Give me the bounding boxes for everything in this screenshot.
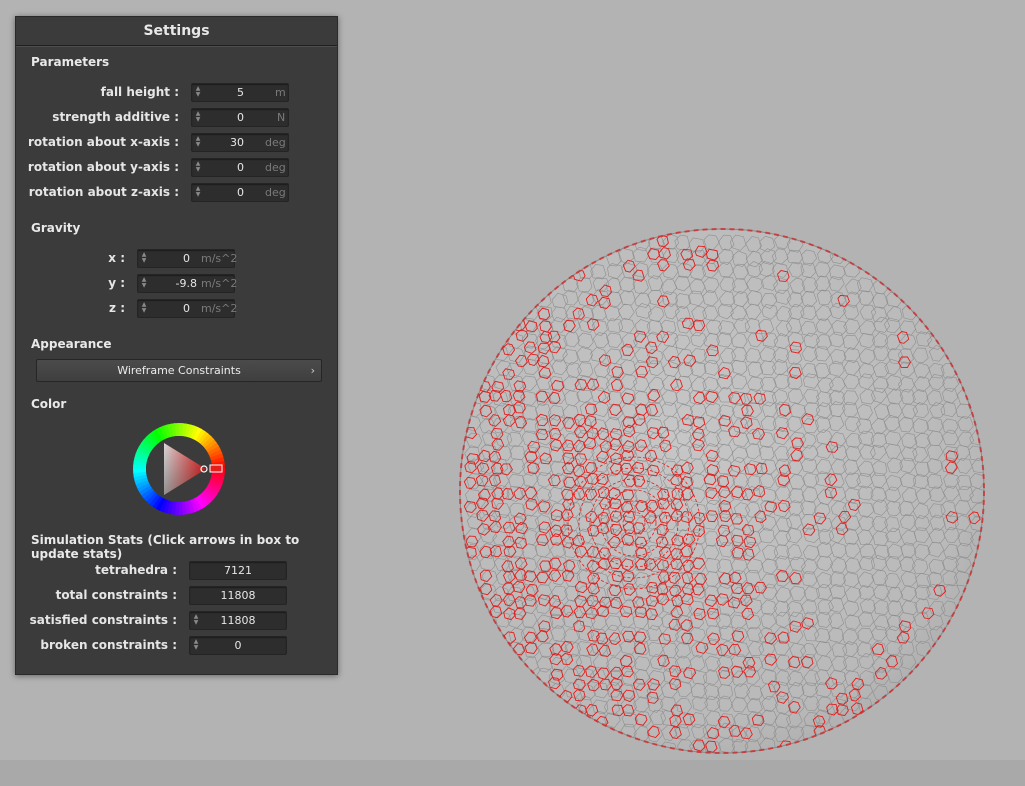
param-row-strength-additive: strength additive : [52,110,179,124]
hue-selector-handle[interactable] [209,464,223,473]
spinner-arrows-icon[interactable]: ▲ ▼ [193,639,199,651]
strength-additive-field[interactable]: ▲ ▼ 0 N [191,108,289,127]
appearance-heading: Appearance [31,337,112,351]
gravity-y-field[interactable]: ▲ ▼ -9.8 m/s^2 [137,274,237,293]
gravity-z-field[interactable]: ▲ ▼ 0 m/s^2 [137,299,237,318]
spinner-arrows-icon[interactable]: ▲ ▼ [141,302,147,314]
appearance-mode-label: Wireframe Constraints [117,364,241,377]
spinner-arrows-icon[interactable]: ▲ ▼ [141,277,147,289]
color-wheel-picker[interactable] [132,422,226,516]
parameters-heading: Parameters [31,55,110,69]
panel-title: Settings [16,17,337,46]
param-row-rotation-z: rotation about z-axis : [28,185,179,199]
stat-row-tetrahedra: tetrahedra : [95,563,177,577]
total-constraints-value: 11808 [189,586,287,605]
spinner-arrows-icon[interactable]: ▲ ▼ [141,252,147,264]
rotation-z-field[interactable]: ▲ ▼ 0 deg [191,183,289,202]
gravity-row-y: y : [108,276,125,290]
rotation-y-field[interactable]: ▲ ▼ 0 deg [191,158,289,177]
spinner-arrows-icon[interactable]: ▲ ▼ [195,161,201,173]
tetrahedra-value: 7121 [189,561,287,580]
param-row-rotation-y: rotation about y-axis : [27,160,179,174]
spinner-arrows-icon[interactable]: ▲ ▼ [195,86,201,98]
fall-height-field[interactable]: ▲ ▼ 5 m [191,83,289,102]
viewport-floor-band [0,760,1025,786]
chevron-right-icon: › [310,364,315,377]
rotation-x-field[interactable]: ▲ ▼ 30 deg [191,133,289,152]
stat-row-total-constraints: total constraints : [55,588,177,602]
broken-constraints-field[interactable]: ▲ ▼ 0 [189,636,287,655]
stat-row-satisfied-constraints: satisfied constraints : [29,613,177,627]
satisfied-constraints-field[interactable]: ▲ ▼ 11808 [189,611,287,630]
stats-heading: Simulation Stats (Click arrows in box to… [31,533,300,561]
stat-row-broken-constraints: broken constraints : [40,638,177,652]
spinner-arrows-icon[interactable]: ▲ ▼ [195,186,201,198]
gravity-row-x: x : [108,251,125,265]
spinner-arrows-icon[interactable]: ▲ ▼ [195,111,201,123]
param-row-rotation-x: rotation about x-axis : [28,135,179,149]
spinner-arrows-icon[interactable]: ▲ ▼ [193,614,199,626]
settings-panel: Settings Parameters fall height : ▲ ▼ 5 m… [15,16,338,675]
param-row-fall-height: fall height : [16,83,179,101]
param-label: fall height : [100,85,179,99]
spinner-arrows-icon[interactable]: ▲ ▼ [195,136,201,148]
appearance-mode-button[interactable]: Wireframe Constraints › [36,359,322,382]
gravity-heading: Gravity [31,221,81,235]
gravity-x-field[interactable]: ▲ ▼ 0 m/s^2 [137,249,237,268]
color-heading: Color [31,397,67,411]
gravity-row-z: z : [109,301,125,315]
